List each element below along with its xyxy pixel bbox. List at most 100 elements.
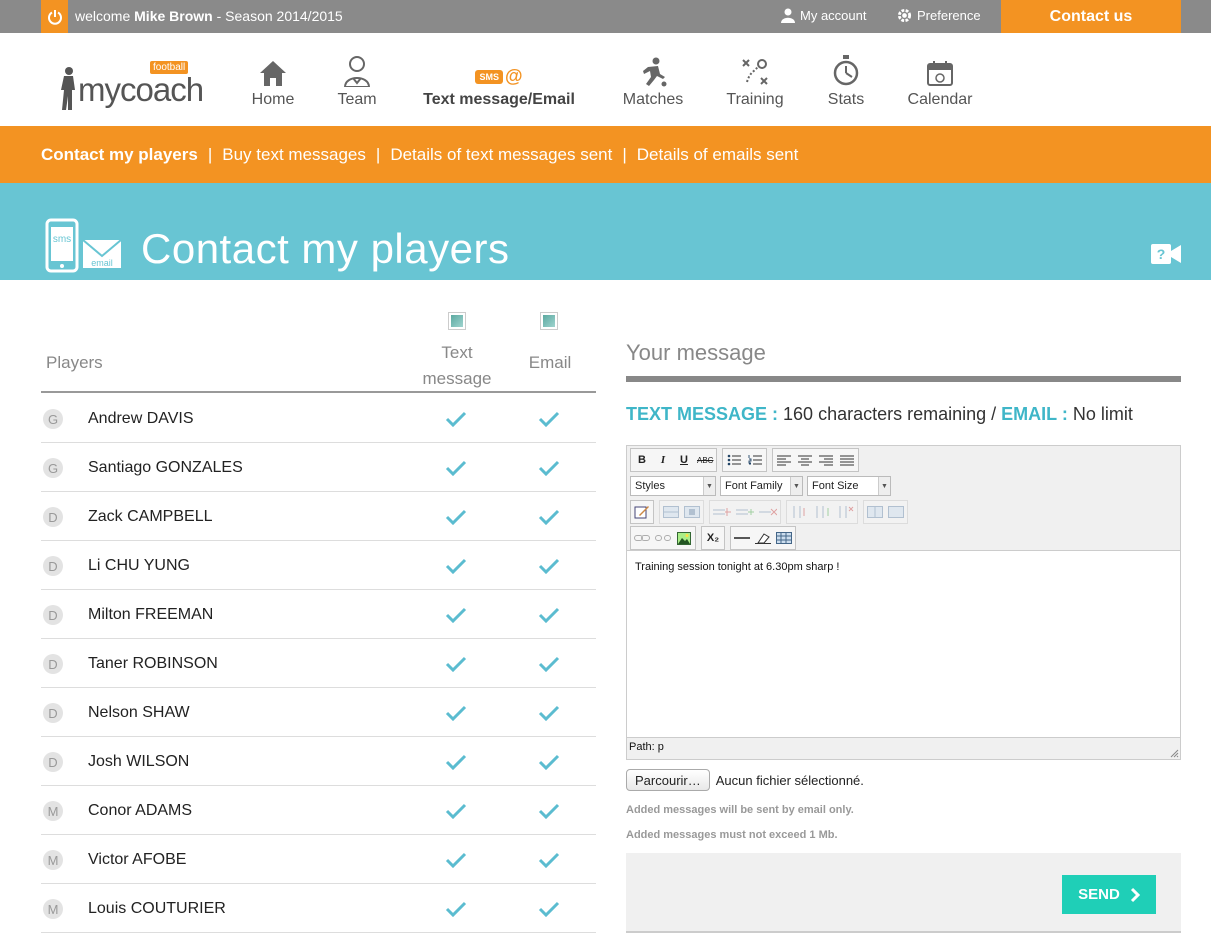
mycoach-logo[interactable]: mycoach football bbox=[58, 61, 218, 115]
text-message-check-icon[interactable] bbox=[445, 754, 467, 775]
preference-link[interactable]: Preference bbox=[897, 8, 981, 23]
font-family-select[interactable]: Font Family ▼ bbox=[720, 476, 803, 496]
email-check-icon[interactable] bbox=[538, 558, 560, 579]
insert-col-after-button[interactable] bbox=[811, 502, 833, 522]
subnav-contact-my-players[interactable]: Contact my players bbox=[41, 145, 198, 165]
nav-text-message-email-label: Text message/Email bbox=[423, 91, 575, 108]
email-check-icon[interactable] bbox=[538, 656, 560, 677]
send-label: SEND bbox=[1078, 886, 1120, 903]
table-row-props-button[interactable] bbox=[661, 502, 681, 522]
subnav-buy-text-messages[interactable]: Buy text messages bbox=[222, 145, 366, 165]
align-center-button[interactable] bbox=[795, 450, 815, 470]
editor-toolbar-row-3 bbox=[630, 500, 911, 524]
rich-text-editor: B I U ABC Styles ▼ Font Family ▼ Font Size… bbox=[626, 445, 1181, 760]
text-message-check-icon[interactable] bbox=[445, 852, 467, 873]
strikethrough-button[interactable]: ABC bbox=[695, 450, 715, 470]
player-silhouette-icon bbox=[61, 67, 75, 110]
nav-stats[interactable]: Stats bbox=[825, 55, 867, 109]
email-check-icon[interactable] bbox=[538, 705, 560, 726]
email-check-icon[interactable] bbox=[538, 509, 560, 530]
underline-button[interactable]: U bbox=[674, 450, 694, 470]
insert-row-icon bbox=[713, 508, 731, 516]
bullet-list-button[interactable] bbox=[724, 450, 744, 470]
column-header-email: Email bbox=[528, 353, 572, 372]
subnav-details-emails[interactable]: Details of emails sent bbox=[637, 145, 799, 165]
nav-calendar[interactable]: Calendar bbox=[905, 55, 975, 109]
send-button[interactable]: SEND bbox=[1062, 875, 1156, 914]
text-message-check-icon[interactable] bbox=[445, 509, 467, 530]
delete-row-icon bbox=[759, 508, 777, 516]
styles-select-label: Styles bbox=[635, 480, 665, 492]
split-cells-button[interactable] bbox=[865, 502, 885, 522]
email-check-icon[interactable] bbox=[538, 460, 560, 481]
logout-button[interactable] bbox=[41, 0, 68, 33]
player-name: Conor ADAMS bbox=[88, 802, 193, 819]
justify-icon bbox=[840, 455, 855, 465]
align-left-button[interactable] bbox=[774, 450, 794, 470]
delete-row-button[interactable] bbox=[757, 502, 779, 522]
message-body-textarea[interactable]: Training session tonight at 6.30pm sharp… bbox=[627, 550, 1180, 738]
help-video-button[interactable]: ? bbox=[1151, 244, 1181, 269]
column-header-players: Players bbox=[46, 353, 103, 372]
align-right-button[interactable] bbox=[816, 450, 836, 470]
send-area: SEND bbox=[626, 853, 1181, 933]
subscript-button[interactable]: X₂ bbox=[703, 528, 723, 548]
insert-row-before-button[interactable] bbox=[711, 502, 733, 522]
email-check-icon[interactable] bbox=[538, 411, 560, 432]
calendar-icon bbox=[927, 61, 953, 86]
font-size-select[interactable]: Font Size ▼ bbox=[807, 476, 891, 496]
text-message-check-icon[interactable] bbox=[445, 656, 467, 677]
player-name: Milton FREEMAN bbox=[88, 606, 214, 623]
select-all-email-checkbox[interactable] bbox=[540, 312, 558, 330]
link-icon bbox=[634, 535, 650, 541]
my-account-link[interactable]: My account bbox=[781, 8, 866, 23]
email-check-icon[interactable] bbox=[538, 803, 560, 824]
bold-button[interactable]: B bbox=[632, 450, 652, 470]
contact-us-button[interactable]: Contact us bbox=[1001, 0, 1181, 33]
justify-button[interactable] bbox=[837, 450, 857, 470]
nav-training[interactable]: Training bbox=[724, 55, 786, 109]
horizontal-rule-button[interactable] bbox=[732, 528, 752, 548]
email-check-icon[interactable] bbox=[538, 607, 560, 628]
nav-matches[interactable]: Matches bbox=[619, 55, 687, 109]
text-message-check-icon[interactable] bbox=[445, 607, 467, 628]
text-message-check-icon[interactable] bbox=[445, 803, 467, 824]
insert-col-before-button[interactable] bbox=[788, 502, 810, 522]
nav-team[interactable]: Team bbox=[334, 55, 380, 109]
email-check-icon[interactable] bbox=[538, 901, 560, 922]
position-badge: M bbox=[43, 850, 63, 870]
resize-handle-icon[interactable] bbox=[1169, 748, 1179, 758]
email-check-icon[interactable] bbox=[538, 754, 560, 775]
logo-badge: football bbox=[150, 61, 189, 74]
link-button[interactable] bbox=[632, 528, 652, 548]
styles-select[interactable]: Styles ▼ bbox=[630, 476, 716, 496]
welcome-prefix: welcome bbox=[75, 8, 131, 24]
nav-text-message-email[interactable]: SMS @ Text message/Email bbox=[417, 55, 581, 109]
text-message-check-icon[interactable] bbox=[445, 705, 467, 726]
select-all-text-checkbox[interactable] bbox=[448, 312, 466, 330]
insert-row-after-button[interactable] bbox=[734, 502, 756, 522]
text-message-label: TEXT MESSAGE : bbox=[626, 404, 779, 424]
position-badge: M bbox=[43, 801, 63, 821]
at-badge: @ bbox=[504, 66, 523, 86]
subnav-details-text-messages[interactable]: Details of text messages sent bbox=[390, 145, 612, 165]
text-message-check-icon[interactable] bbox=[445, 558, 467, 579]
table-cell-props-button[interactable] bbox=[682, 502, 702, 522]
edit-css-button[interactable] bbox=[632, 502, 652, 522]
numbered-list-button[interactable] bbox=[745, 450, 765, 470]
unlink-button[interactable] bbox=[653, 528, 673, 548]
remove-format-button[interactable] bbox=[753, 528, 773, 548]
insert-table-button[interactable] bbox=[774, 528, 794, 548]
insert-image-button[interactable] bbox=[674, 528, 694, 548]
email-check-icon[interactable] bbox=[538, 852, 560, 873]
text-message-check-icon[interactable] bbox=[445, 460, 467, 481]
text-message-check-icon[interactable] bbox=[445, 411, 467, 432]
italic-button[interactable]: I bbox=[653, 450, 673, 470]
nav-home[interactable]: Home bbox=[250, 55, 296, 109]
user-name: Mike Brown bbox=[134, 8, 213, 24]
merge-cells-button[interactable] bbox=[886, 502, 906, 522]
sub-navigation: Contact my players | Buy text messages |… bbox=[0, 126, 1211, 183]
browse-file-button[interactable]: Parcourir… bbox=[626, 769, 710, 791]
delete-col-button[interactable] bbox=[834, 502, 856, 522]
text-message-check-icon[interactable] bbox=[445, 901, 467, 922]
